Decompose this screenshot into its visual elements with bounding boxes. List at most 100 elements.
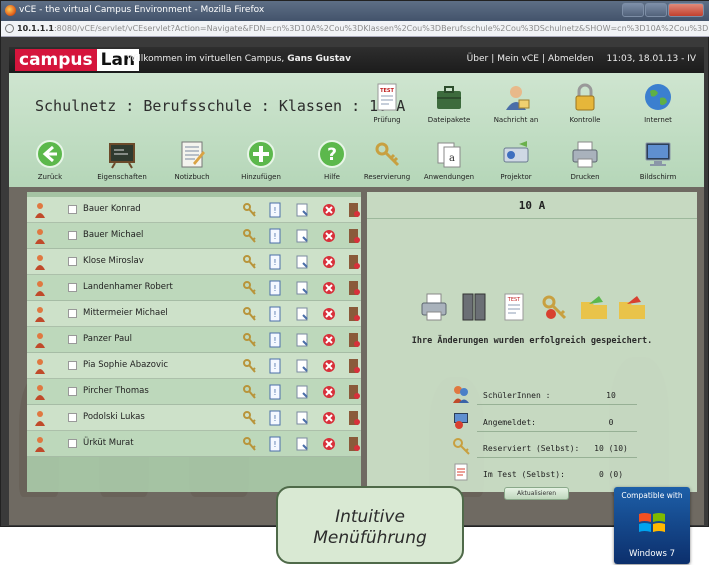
student-checkbox[interactable]	[68, 361, 77, 370]
reserve-key-icon[interactable]	[242, 254, 256, 270]
properties-button[interactable]: Eigenschaften	[87, 139, 157, 181]
notebook-button[interactable]: Notizbuch	[157, 139, 227, 181]
lock-icon	[575, 83, 595, 111]
close-button[interactable]	[668, 3, 704, 17]
student-icon	[35, 307, 45, 322]
link-abmelden[interactable]: Abmelden	[548, 54, 594, 64]
reserve-key-icon[interactable]	[242, 228, 256, 244]
remove-icon[interactable]	[322, 358, 336, 374]
control-button[interactable]: Kontrolle	[550, 82, 620, 124]
logout-icon[interactable]	[347, 410, 361, 426]
remove-icon[interactable]	[322, 254, 336, 270]
remove-icon[interactable]	[322, 228, 336, 244]
logout-icon[interactable]	[347, 436, 361, 452]
screen-button[interactable]: Bildschirm	[623, 139, 693, 181]
campuslan-logo[interactable]: campus Lan	[15, 49, 140, 71]
student-row[interactable]: Pircher Thomas!	[27, 379, 361, 405]
reserve-key-icon[interactable]	[242, 202, 256, 218]
info-icon[interactable]: !	[268, 332, 282, 348]
logout-icon[interactable]	[347, 332, 361, 348]
info-icon[interactable]: !	[268, 410, 282, 426]
student-checkbox[interactable]	[68, 283, 77, 292]
user-message-icon	[506, 86, 530, 110]
maximize-button[interactable]	[645, 3, 667, 17]
message-icon[interactable]	[295, 254, 309, 270]
reserve-key-icon[interactable]	[242, 436, 256, 452]
toolbar-area: Schulnetz : Berufsschule : Klassen : 10 …	[9, 73, 704, 187]
message-icon[interactable]	[295, 436, 309, 452]
logout-icon[interactable]	[347, 306, 361, 322]
minimize-button[interactable]	[622, 3, 644, 17]
student-checkbox[interactable]	[68, 205, 77, 214]
info-icon[interactable]: !	[268, 306, 282, 322]
reserve-key-icon[interactable]	[242, 280, 256, 296]
exam-button[interactable]: TEST Prüfung	[352, 82, 422, 124]
message-icon[interactable]	[295, 358, 309, 374]
logout-icon[interactable]	[347, 358, 361, 374]
student-row[interactable]: Bauer Michael!	[27, 223, 361, 249]
address-bar[interactable]: 10.1.1.1:8080/vCE/servlet/vCEservlet?Act…	[1, 21, 709, 37]
remove-icon[interactable]	[322, 202, 336, 218]
message-icon[interactable]	[295, 410, 309, 426]
projector-button[interactable]: Projektor	[481, 139, 551, 181]
student-checkbox[interactable]	[68, 335, 77, 344]
student-checkbox[interactable]	[68, 257, 77, 266]
remove-icon[interactable]	[322, 436, 336, 452]
student-row[interactable]: Bauer Konrad!	[27, 197, 361, 223]
student-row[interactable]: Panzer Paul!	[27, 327, 361, 353]
applications-button[interactable]: a Anwendungen	[414, 139, 484, 181]
remove-icon[interactable]	[322, 410, 336, 426]
student-checkbox[interactable]	[68, 439, 77, 448]
message-icon[interactable]	[295, 202, 309, 218]
reserve-key-icon[interactable]	[242, 384, 256, 400]
logout-icon[interactable]	[347, 384, 361, 400]
reserve-key-icon[interactable]	[242, 306, 256, 322]
message-button[interactable]: Nachricht an	[481, 82, 551, 124]
student-checkbox[interactable]	[68, 413, 77, 422]
info-icon[interactable]: !	[268, 280, 282, 296]
student-name: Ürküt Murat	[83, 438, 134, 448]
reserve-key-icon[interactable]	[242, 358, 256, 374]
reserve-key-icon[interactable]	[242, 410, 256, 426]
info-icon[interactable]: !	[268, 436, 282, 452]
info-icon[interactable]: !	[268, 202, 282, 218]
reserve-key-icon[interactable]	[242, 332, 256, 348]
student-checkbox[interactable]	[68, 231, 77, 240]
add-button[interactable]: Hinzufügen	[226, 139, 296, 181]
message-icon[interactable]	[295, 332, 309, 348]
remove-icon[interactable]	[322, 306, 336, 322]
student-list: Bauer Konrad! Bauer Michael! Klose Mirosla…	[27, 192, 361, 492]
remove-icon[interactable]	[322, 332, 336, 348]
info-icon[interactable]: !	[268, 358, 282, 374]
message-icon[interactable]	[295, 384, 309, 400]
info-icon[interactable]: !	[268, 254, 282, 270]
message-icon[interactable]	[295, 306, 309, 322]
logout-icon[interactable]	[347, 280, 361, 296]
remove-icon[interactable]	[322, 280, 336, 296]
student-row[interactable]: Mittermeier Michael!	[27, 301, 361, 327]
message-icon[interactable]	[295, 280, 309, 296]
logout-icon[interactable]	[347, 202, 361, 218]
remove-icon[interactable]	[322, 384, 336, 400]
logout-icon[interactable]	[347, 254, 361, 270]
logout-icon[interactable]	[347, 228, 361, 244]
info-icon[interactable]: !	[268, 384, 282, 400]
student-row[interactable]: Podolski Lukas!	[27, 405, 361, 431]
student-checkbox[interactable]	[68, 309, 77, 318]
print-button[interactable]: Drucken	[550, 139, 620, 181]
student-row[interactable]: Landenhamer Robert!	[27, 275, 361, 301]
file-packages-button[interactable]: Dateipakete	[414, 82, 484, 124]
reservation-button[interactable]: Reservierung	[352, 139, 422, 181]
student-checkbox[interactable]	[68, 387, 77, 396]
message-icon[interactable]	[295, 228, 309, 244]
internet-button[interactable]: Internet	[623, 82, 693, 124]
refresh-button[interactable]: Aktualisieren	[504, 487, 569, 500]
back-button[interactable]: Zurück	[15, 139, 85, 181]
student-row[interactable]: Pia Sophie Abazovic!	[27, 353, 361, 379]
info-icon[interactable]: !	[268, 228, 282, 244]
link-ueber[interactable]: Über	[467, 54, 489, 64]
student-row[interactable]: Ürküt Murat!	[27, 431, 361, 457]
student-row[interactable]: Klose Miroslav!	[27, 249, 361, 275]
test-sheet-icon: TEST	[377, 83, 397, 111]
link-mein-vce[interactable]: Mein vCE	[497, 54, 539, 64]
